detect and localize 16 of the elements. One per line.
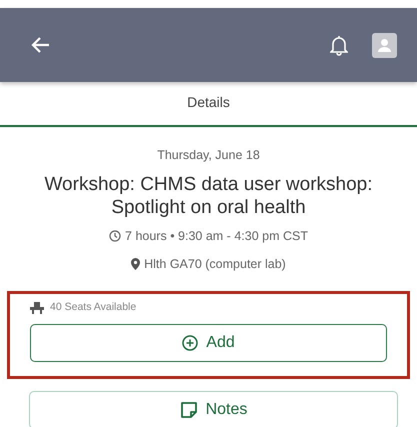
profile-icon[interactable]	[372, 32, 397, 58]
seats-available-text: 40 Seats Available	[50, 300, 136, 316]
location-pin-icon	[131, 258, 140, 270]
notification-icon[interactable]	[330, 34, 348, 56]
tab[interactable]: Details	[0, 82, 417, 127]
plus-circle-icon	[182, 335, 198, 351]
event-date: Thursday, June 18	[156, 147, 261, 164]
back-icon[interactable]	[30, 36, 50, 54]
note-icon	[180, 401, 198, 419]
add-button[interactable]: Add	[30, 324, 387, 362]
event-location: Hlth GA70 (computer lab)	[144, 256, 286, 273]
notes-button[interactable]: Notes	[29, 391, 398, 427]
event-time: 7 hours • 9:30 am - 4:30 pm CST	[125, 228, 308, 245]
clock-icon	[109, 230, 122, 242]
seat-icon	[30, 302, 44, 314]
event-title: Workshop: CHMS data user workshop: Spotlight on oral health	[43, 172, 374, 219]
